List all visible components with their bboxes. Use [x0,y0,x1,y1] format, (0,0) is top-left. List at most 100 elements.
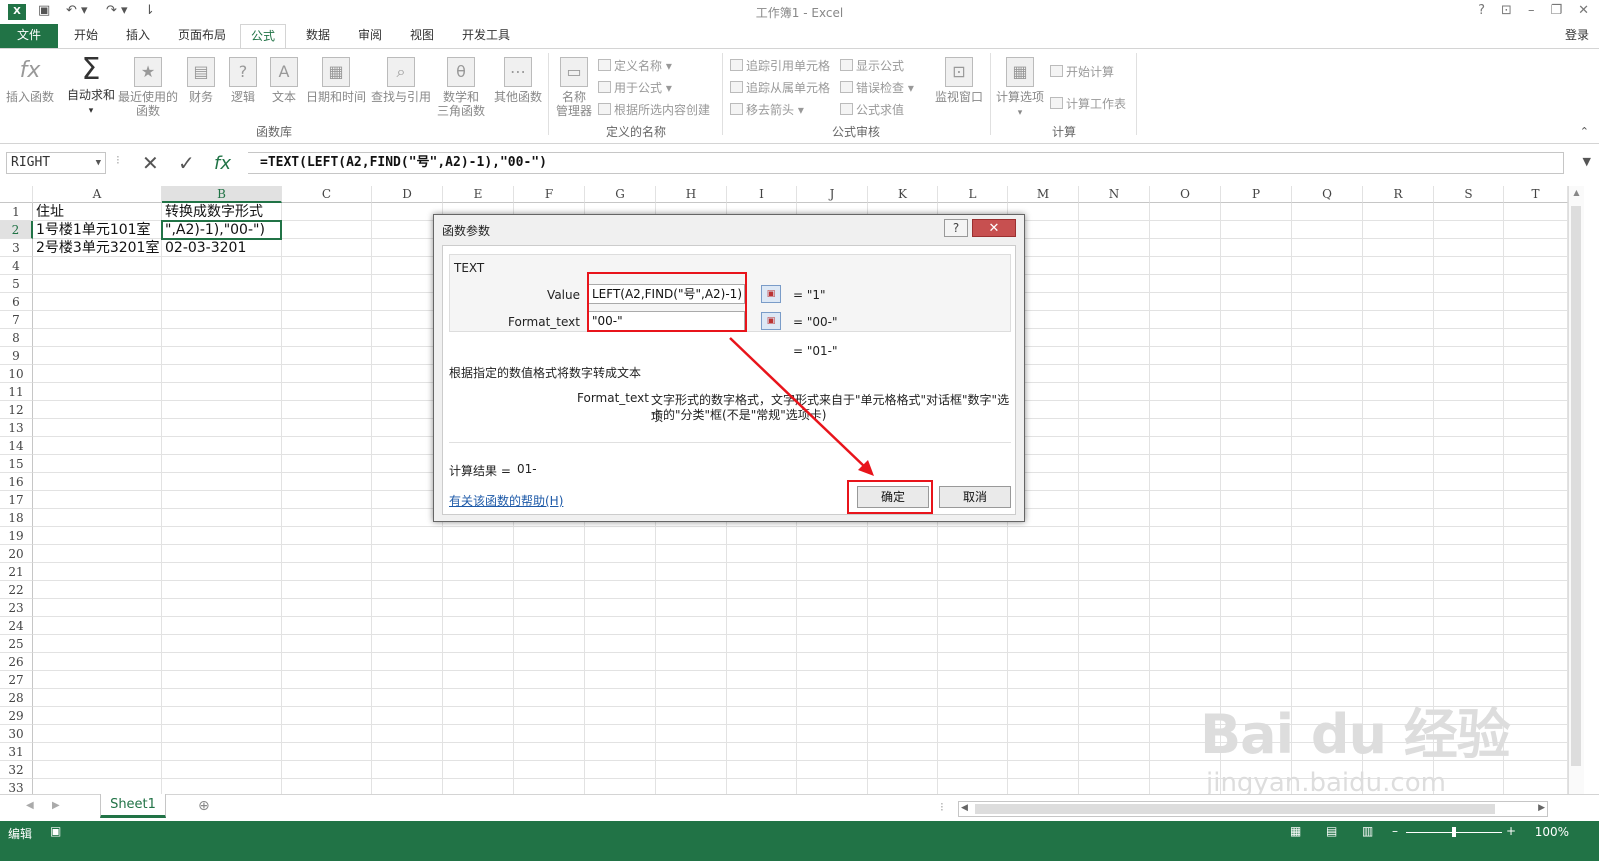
recent-functions-button[interactable]: ★ 最近使用的 函数 [118,57,178,118]
tab-review[interactable]: 审阅 [348,24,392,48]
row-header[interactable]: 20 [0,545,33,563]
sheet-tab-sheet1[interactable]: Sheet1 [100,794,166,818]
column-header[interactable]: T [1504,186,1568,203]
row-header[interactable]: 22 [0,581,33,599]
cell-A3[interactable]: 2号楼3单元3201室 [33,239,161,257]
tab-home[interactable]: 开始 [64,24,108,48]
column-header[interactable]: E [443,186,514,203]
name-manager-button[interactable]: ▭ 名称 管理器 [554,57,594,118]
row-header[interactable]: 7 [0,311,33,329]
calc-now-button[interactable]: 开始计算 [1050,63,1114,80]
column-header[interactable]: N [1079,186,1150,203]
column-header[interactable]: R [1363,186,1434,203]
column-header[interactable]: J [797,186,868,203]
zoom-level[interactable]: 100% [1535,825,1569,839]
row-header[interactable]: 2 [0,221,33,239]
next-sheet-icon[interactable]: ▶ [52,800,60,811]
row-header[interactable]: 10 [0,365,33,383]
trace-precedents-button[interactable]: 追踪引用单元格 [730,57,830,74]
add-sheet-icon[interactable]: ⊕ [198,798,210,814]
row-header[interactable]: 32 [0,761,33,779]
scroll-right-icon[interactable]: ▶ [1538,803,1545,813]
text-functions-button[interactable]: A 文本 [268,57,300,104]
watch-window-button[interactable]: ⊡ 监视窗口 [932,57,986,104]
row-header[interactable]: 11 [0,383,33,401]
dialog-close-icon[interactable]: ✕ [972,219,1016,237]
lookup-button[interactable]: ⌕ 查找与引用 [370,57,432,104]
vertical-scrollbar[interactable]: ▲ [1568,186,1584,794]
formula-input[interactable]: =TEXT(LEFT(A2,FIND("号",A2)-1),"00-") [248,152,1564,174]
row-header[interactable]: 1 [0,203,33,221]
create-from-selection-button[interactable]: 根据所选内容创建 [598,101,710,118]
financial-button[interactable]: ▤ 财务 [184,57,218,104]
zoom-in-icon[interactable]: + [1506,824,1516,838]
column-header[interactable]: Q [1292,186,1363,203]
close-window-icon[interactable]: ✕ [1578,3,1589,18]
normal-view-icon[interactable]: ▦ [1290,824,1301,838]
zoom-out-icon[interactable]: – [1392,824,1398,838]
calc-sheet-button[interactable]: 计算工作表 [1050,95,1126,112]
cell-B3[interactable]: 02-03-3201 [162,239,282,257]
column-header[interactable]: B [162,186,282,203]
column-header[interactable]: H [656,186,727,203]
cell-A1[interactable]: 住址 [33,203,161,221]
dialog-help-icon[interactable]: ? [944,219,968,237]
page-break-view-icon[interactable]: ▥ [1362,824,1373,838]
row-header[interactable]: 30 [0,725,33,743]
column-header[interactable]: K [868,186,938,203]
row-header[interactable]: 8 [0,329,33,347]
trace-dependents-button[interactable]: 追踪从属单元格 [730,79,830,96]
row-header[interactable]: 29 [0,707,33,725]
select-all-corner[interactable] [0,186,33,203]
tab-data[interactable]: 数据 [296,24,340,48]
row-header[interactable]: 9 [0,347,33,365]
row-header[interactable]: 17 [0,491,33,509]
restore-icon[interactable]: ❐ [1550,3,1562,18]
column-header[interactable]: A [33,186,162,203]
row-header[interactable]: 3 [0,239,33,257]
scroll-up-icon[interactable]: ▲ [1569,188,1584,197]
prev-sheet-icon[interactable]: ◀ [26,800,34,811]
column-header[interactable]: G [585,186,656,203]
autosum-button[interactable]: Σ 自动求和 ▾ [64,55,118,118]
insert-function-button[interactable]: fx 插入函数 [4,57,56,104]
help-icon[interactable]: ? [1478,3,1485,18]
column-header[interactable]: I [727,186,797,203]
expand-formula-icon[interactable]: ▼ [1583,155,1591,168]
column-header[interactable]: F [514,186,585,203]
minimize-icon[interactable]: – [1528,3,1535,18]
tab-developer[interactable]: 开发工具 [452,24,520,48]
row-header[interactable]: 14 [0,437,33,455]
horizontal-scrollbar[interactable]: ◀ ▶ [958,801,1548,817]
fx-icon[interactable]: fx [214,153,231,174]
tab-view[interactable]: 视图 [400,24,444,48]
row-header[interactable]: 27 [0,671,33,689]
row-header[interactable]: 24 [0,617,33,635]
column-header[interactable]: S [1434,186,1504,203]
row-header[interactable]: 25 [0,635,33,653]
split-handle-icon[interactable]: ⁝ [940,800,944,814]
column-header[interactable]: P [1221,186,1292,203]
login-link[interactable]: 登录 [1565,26,1589,43]
function-help-link[interactable]: 有关该函数的帮助(H) [449,492,563,509]
cell-A2[interactable]: 1号楼1单元101室 [33,221,161,239]
collapse-ribbon-icon[interactable]: ⌃ [1580,125,1589,138]
column-header[interactable]: L [938,186,1008,203]
enter-icon[interactable]: ✓ [178,151,195,175]
column-header[interactable]: D [372,186,443,203]
page-layout-view-icon[interactable]: ▤ [1326,824,1337,838]
tab-page-layout[interactable]: 页面布局 [168,24,236,48]
name-box[interactable]: RIGHT ▼ [6,152,106,174]
calc-options-button[interactable]: ▦ 计算选项 ▾ [994,57,1046,120]
row-header[interactable]: 33 [0,779,33,794]
hscroll-thumb[interactable] [975,804,1495,814]
column-header[interactable]: M [1008,186,1079,203]
row-header[interactable]: 6 [0,293,33,311]
row-header[interactable]: 5 [0,275,33,293]
row-header[interactable]: 18 [0,509,33,527]
row-header[interactable]: 19 [0,527,33,545]
row-header[interactable]: 21 [0,563,33,581]
row-header[interactable]: 23 [0,599,33,617]
scroll-left-icon[interactable]: ◀ [961,803,968,813]
use-in-formula-button[interactable]: 用于公式 ▾ [598,79,672,96]
